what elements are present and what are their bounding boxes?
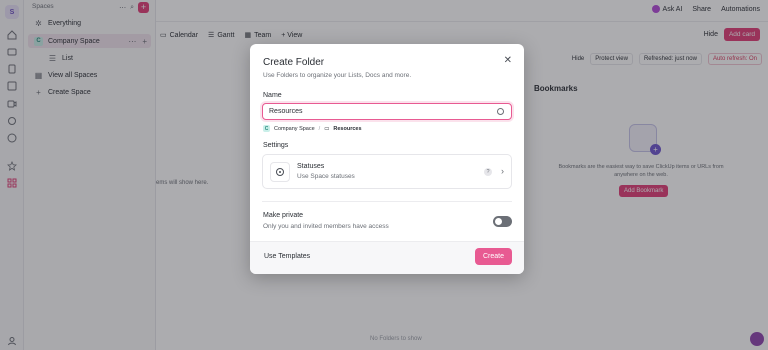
statuses-title: Statuses — [297, 163, 325, 170]
status-icon — [270, 162, 290, 182]
close-icon[interactable]: ✕ — [504, 55, 512, 66]
folder-name-input[interactable] — [262, 103, 512, 120]
divider — [262, 201, 512, 202]
modal-footer: Use Templates Create — [250, 241, 524, 274]
breadcrumb-space[interactable]: Company Space — [274, 126, 315, 132]
create-folder-modal: Create Folder Use Folders to organize yo… — [250, 44, 524, 274]
make-private-toggle[interactable] — [493, 216, 512, 227]
breadcrumb-folder: Resources — [333, 125, 362, 132]
space-badge: C — [263, 125, 270, 132]
make-private-description: Only you and invited members have access — [263, 223, 389, 230]
make-private-label: Make private — [263, 212, 304, 219]
create-button[interactable]: Create — [474, 248, 512, 265]
statuses-setting[interactable]: Statuses Use Space statuses ? › — [262, 154, 512, 189]
modal-title: Create Folder — [263, 57, 325, 68]
chevron-right-icon: › — [501, 166, 504, 176]
breadcrumb-separator: / — [318, 125, 321, 132]
settings-label: Settings — [263, 142, 289, 149]
statuses-subtitle: Use Space statuses — [297, 173, 355, 180]
name-label: Name — [263, 92, 282, 99]
folder-icon: ▭ — [324, 125, 330, 132]
modal-subtitle: Use Folders to organize your Lists, Docs… — [263, 72, 412, 79]
help-icon[interactable]: ? — [484, 168, 492, 176]
icon-picker-icon[interactable] — [497, 108, 504, 115]
breadcrumb: C Company Space / ▭ Resources — [263, 125, 362, 132]
use-templates-button[interactable]: Use Templates — [264, 253, 310, 260]
